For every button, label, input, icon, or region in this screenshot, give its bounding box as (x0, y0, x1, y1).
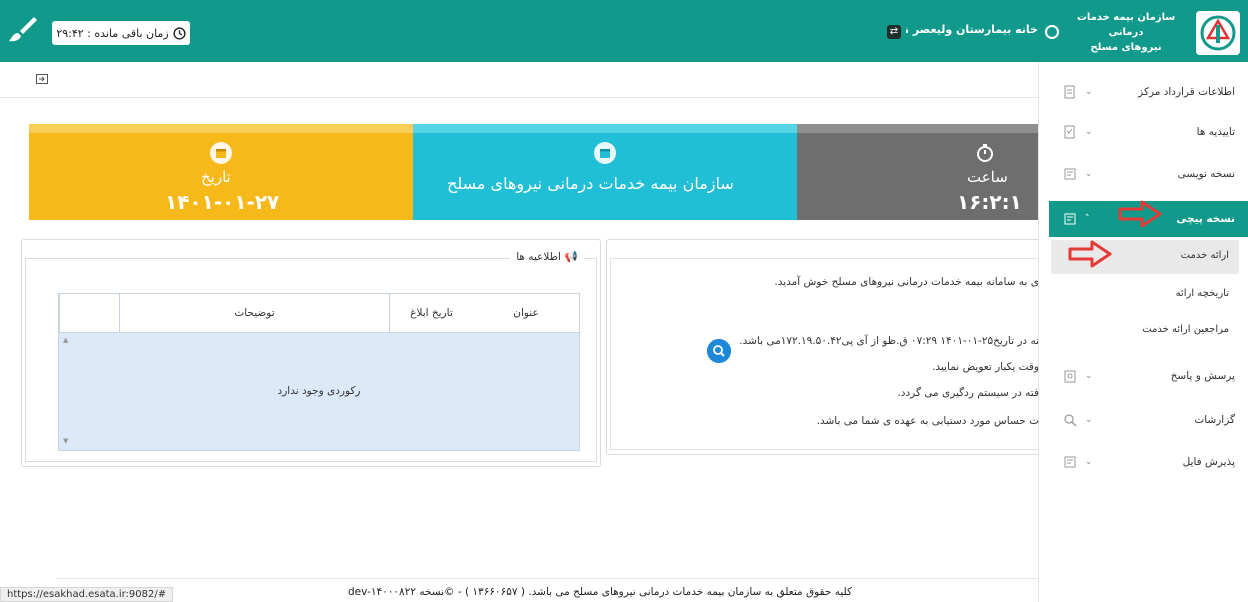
org-title-line1: سازمان بیمه خدمات درمانی (1076, 12, 1176, 38)
sidebar-subitem-label: تاریخچه ارائه (1175, 288, 1229, 299)
sidebar-item-prescription-writing[interactable]: ⌄ نسخه نویسی (1049, 156, 1248, 192)
scroll-up-icon[interactable]: ▲ (63, 336, 68, 344)
welcome-line: ت حساس مورد دستیابی به عهده ی شما می باش… (816, 415, 1039, 427)
column-description[interactable]: توضیحات (119, 294, 389, 333)
announcements-title-label: اطلاعیه ها (516, 250, 561, 263)
clock-icon (173, 26, 186, 40)
circle-toggle-icon[interactable] (1045, 25, 1059, 39)
sidebar-subitem-label: ارائه خدمت (1180, 250, 1229, 261)
session-timer: زمان باقی مانده : ۲۹:۴۲ (52, 21, 190, 45)
sidebar-item-label: گزارشات (1194, 414, 1235, 426)
sidebar-item-file-accept[interactable]: ⌄ پذیرش فایل (1049, 444, 1248, 480)
table-body: رکوردی وجود ندارد ▲ ▼ (59, 333, 579, 450)
sidebar-subitem-delivery-history[interactable]: تاریخچه ارائه (1051, 278, 1239, 312)
sidebar-item-qa[interactable]: ⌄ پرسش و پاسخ (1049, 358, 1248, 394)
table-header: توضیحات تاریخ ابلاغ عنوان (59, 294, 579, 333)
hospital-name: خانه بیمارستان ولیعصر ناجا ۱) (906, 23, 1038, 36)
prescription-icon (1064, 168, 1076, 180)
table-header-spacer (59, 294, 119, 333)
sidebar-item-contract[interactable]: ⌄ اطلاعات قرارداد مرکز (1049, 74, 1248, 110)
content-toolbar (0, 62, 1038, 98)
org-name: سازمان بیمه خدمات درمانی نیروهای مسلح (447, 174, 734, 193)
sidebar-item-label: پرسش و پاسخ (1170, 370, 1235, 382)
welcome-box: ی به سامانه بیمه خدمات درمانی نیروهای مس… (610, 258, 1039, 450)
welcome-line: ی به سامانه بیمه خدمات درمانی نیروهای مس… (774, 276, 1039, 288)
welcome-line: فته در سیستم ردگیری می گردد. (897, 387, 1039, 399)
report-search-icon (1064, 414, 1077, 427)
annotation-arrow (1068, 240, 1112, 268)
welcome-line: وقت یکبار تعویض نمایید. (932, 361, 1039, 373)
org-title: سازمان بیمه خدمات درمانی نیروهای مسلح (1066, 10, 1186, 55)
calendar-icon (594, 142, 616, 164)
org-card: سازمان بیمه خدمات درمانی نیروهای مسلح (413, 124, 797, 220)
chevron-down-icon: ⌄ (1085, 371, 1093, 381)
announcements-table: توضیحات تاریخ ابلاغ عنوان رکوردی وجود ند… (58, 293, 580, 451)
sidebar-item-label: پذیرش فایل (1182, 456, 1235, 468)
calendar-icon (210, 142, 232, 164)
column-date[interactable]: تاریخ ابلاغ (389, 294, 473, 333)
checklist-icon (1064, 125, 1075, 139)
sidebar: ⌄ اطلاعات قرارداد مرکز ⌄ تاییدیه ها ⌄ نس… (1038, 62, 1248, 602)
time-card: ساعت ۱۶:۲:۱ (797, 124, 1038, 220)
org-title-line2: نیروهای مسلح (1090, 42, 1162, 53)
column-title[interactable]: عنوان (473, 294, 579, 333)
chevron-down-icon: ⌄ (1085, 127, 1093, 137)
switch-center-icon[interactable]: ⇄ (887, 25, 901, 39)
sidebar-subitem-label: مراجعین ارائه خدمت (1142, 324, 1229, 335)
time-label: ساعت (967, 168, 1008, 186)
welcome-line: نه در تاریخ۲۵-۰۱-۱۴۰۱ ۰۷:۲۹ ق.ظو از آی پ… (739, 335, 1039, 347)
date-value: ۱۴۰۱-۰۱-۲۷ (165, 190, 280, 214)
date-label: تاریخ (201, 168, 231, 186)
qa-icon (1064, 370, 1076, 383)
time-value: ۱۶:۲:۱ (957, 190, 1022, 214)
chevron-down-icon: ⌄ (1085, 87, 1093, 97)
file-accept-icon (1064, 456, 1076, 468)
chevron-up-icon: ˄ (1085, 214, 1090, 224)
sidebar-item-label: نسخه نویسی (1177, 168, 1235, 180)
document-icon (1064, 85, 1075, 99)
chevron-down-icon: ⌄ (1085, 415, 1093, 425)
sidebar-subitem-service-clients[interactable]: مراجعین ارائه خدمت (1051, 314, 1239, 348)
sidebar-item-reports[interactable]: ⌄ گزارشات (1049, 402, 1248, 438)
session-timer-label: زمان باقی مانده : ۲۹:۴۲ (56, 26, 169, 40)
sidebar-item-approvals[interactable]: ⌄ تاییدیه ها (1049, 114, 1248, 150)
date-card: تاریخ ۱۴۰۱-۰۱-۲۷ (29, 124, 413, 220)
collapse-sidebar-icon[interactable] (36, 74, 48, 84)
footer-divider (56, 578, 1038, 579)
sidebar-item-label: تاییدیه ها (1196, 126, 1235, 138)
empty-message: رکوردی وجود ندارد (277, 385, 361, 397)
welcome-panel: ی به سامانه بیمه خدمات درمانی نیروهای مس… (606, 239, 1039, 455)
top-bar: زمان باقی مانده : ۲۹:۴۲ ⇄ خانه بیمارستان… (0, 0, 1248, 62)
scroll-down-icon[interactable]: ▼ (63, 437, 68, 445)
sidebar-item-label: اطلاعات قرارداد مرکز (1138, 86, 1235, 98)
search-icon[interactable] (707, 339, 731, 363)
chevron-down-icon: ⌄ (1085, 457, 1093, 467)
annotation-arrow (1118, 200, 1162, 228)
footer-copyright: کلیه حقوق متعلق به سازمان بیمه خدمات درم… (348, 586, 852, 598)
prescription-icon (1064, 213, 1076, 225)
sidebar-item-label: نسخه پیچی (1176, 213, 1235, 225)
paint-brush-icon[interactable] (6, 14, 38, 46)
megaphone-icon: 📢 (564, 251, 578, 263)
announcements-title: 📢 اطلاعیه ها (510, 250, 584, 263)
stopwatch-icon (977, 144, 993, 162)
org-logo (1196, 11, 1240, 55)
status-bar-url: https://esakhad.esata.ir:9082/# (0, 587, 174, 602)
chevron-down-icon: ⌄ (1085, 169, 1093, 179)
